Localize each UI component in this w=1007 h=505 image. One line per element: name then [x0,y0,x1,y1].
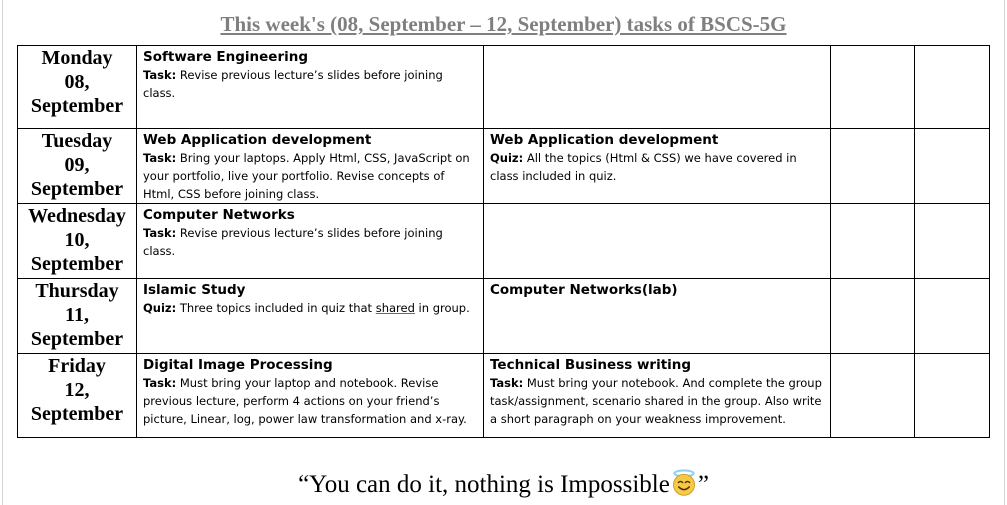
task-text: Must bring your laptop and notebook. Rev… [143,376,467,426]
empty-cell [830,353,915,438]
motivational-quote: “You can do it, nothing is Impossible ” [0,469,1007,499]
table-row: Tuesday 09, September Web Application de… [17,128,990,204]
subject-title: Web Application development [143,132,372,148]
table-row: Wednesday 10, September Computer Network… [17,203,990,279]
day-date: 10, [64,229,90,251]
task-label: Task: [143,151,177,165]
day-cell-thursday: Thursday 11, September [17,278,137,354]
empty-cell [830,128,915,204]
subject-title: Software Engineering [143,49,309,65]
day-name: Tuesday [41,130,113,152]
day-month: September [30,328,124,350]
schedule-table: Monday 08, September Software Engineerin… [17,45,990,438]
empty-cell [830,278,915,354]
task-description: Task: Revise previous lecture’s slides b… [143,224,477,260]
subject-title: Computer Networks(lab) [490,282,678,298]
empty-cell [914,353,990,438]
empty-cell [830,203,915,279]
empty-cell [914,128,990,204]
day-name: Monday [41,47,113,69]
day-name: Wednesday [28,205,126,227]
table-row: Thursday 11, September Islamic Study Qui… [17,278,990,354]
day-cell-wednesday: Wednesday 10, September [17,203,137,279]
quiz-text: All the topics (Html & CSS) we have cove… [490,151,797,183]
empty-cell [914,203,990,279]
table-row: Monday 08, September Software Engineerin… [17,45,990,129]
quiz-text: Three topics included in quiz that [176,301,376,315]
task-text: Revise previous lecture’s slides before … [143,226,443,258]
quiz-label: Quiz: [143,301,177,315]
task-cell-empty [483,45,831,129]
subject-title: Islamic Study [143,282,246,298]
task-description: Task: Must bring your laptop and noteboo… [143,374,477,428]
document-title: This week's (08, September – 12, Septemb… [220,12,787,36]
task-cell: Web Application development Task: Bring … [136,128,484,204]
empty-cell [914,278,990,354]
task-label: Task: [143,226,177,240]
task-description: Task: Must bring your notebook. And comp… [490,374,824,428]
task-description: Task: Revise previous lecture’s slides b… [143,66,477,102]
task-cell: Digital Image Processing Task: Must brin… [136,353,484,438]
subject-title: Computer Networks [143,207,295,223]
task-text: Bring your laptops. Apply Html, CSS, Jav… [143,151,470,201]
task-cell-empty [483,203,831,279]
task-label: Task: [490,376,524,390]
task-cell: Technical Business writing Task: Must br… [483,353,831,438]
day-month: September [30,95,124,117]
quiz-description: Quiz: All the topics (Html & CSS) we hav… [490,149,824,185]
day-month: September [30,253,124,275]
day-date: 08, [64,71,90,93]
day-date: 11, [65,304,89,326]
quote-text: “You can do it, nothing is Impossible [298,471,670,498]
task-cell: Islamic Study Quiz: Three topics include… [136,278,484,354]
table-row: Friday 12, September Digital Image Proce… [17,353,990,438]
quiz-description: Quiz: Three topics included in quiz that… [143,299,477,317]
day-date: 09, [64,154,90,176]
task-text: Revise previous lecture’s slides before … [143,68,443,100]
task-cell: Software Engineering Task: Revise previo… [136,45,484,129]
subject-title: Digital Image Processing [143,357,333,373]
day-month: September [30,178,124,200]
quiz-label: Quiz: [490,151,524,165]
day-date: 12, [64,379,90,401]
day-cell-monday: Monday 08, September [17,45,137,129]
task-cell: Computer Networks Task: Revise previous … [136,203,484,279]
task-cell: Web Application development Quiz: All th… [483,128,831,204]
day-name: Thursday [35,280,119,302]
smiling-face-with-halo-icon [672,469,695,496]
task-label: Task: [143,68,177,82]
subject-title: Technical Business writing [490,357,692,373]
quote-close-mark: ” [697,471,709,498]
day-month: September [30,403,124,425]
task-text: Must bring your notebook. And complete t… [490,376,822,426]
empty-cell [830,45,915,129]
day-cell-friday: Friday 12, September [17,353,137,438]
subject-title: Web Application development [490,132,719,148]
quiz-text: in group. [414,301,470,315]
task-cell: Computer Networks(lab) [483,278,831,354]
task-description: Task: Bring your laptops. Apply Html, CS… [143,149,477,203]
day-cell-tuesday: Tuesday 09, September [17,128,137,204]
spellcheck-marked-word: shared [375,301,415,315]
day-name: Friday [48,355,106,377]
empty-cell [914,45,990,129]
task-label: Task: [143,376,177,390]
